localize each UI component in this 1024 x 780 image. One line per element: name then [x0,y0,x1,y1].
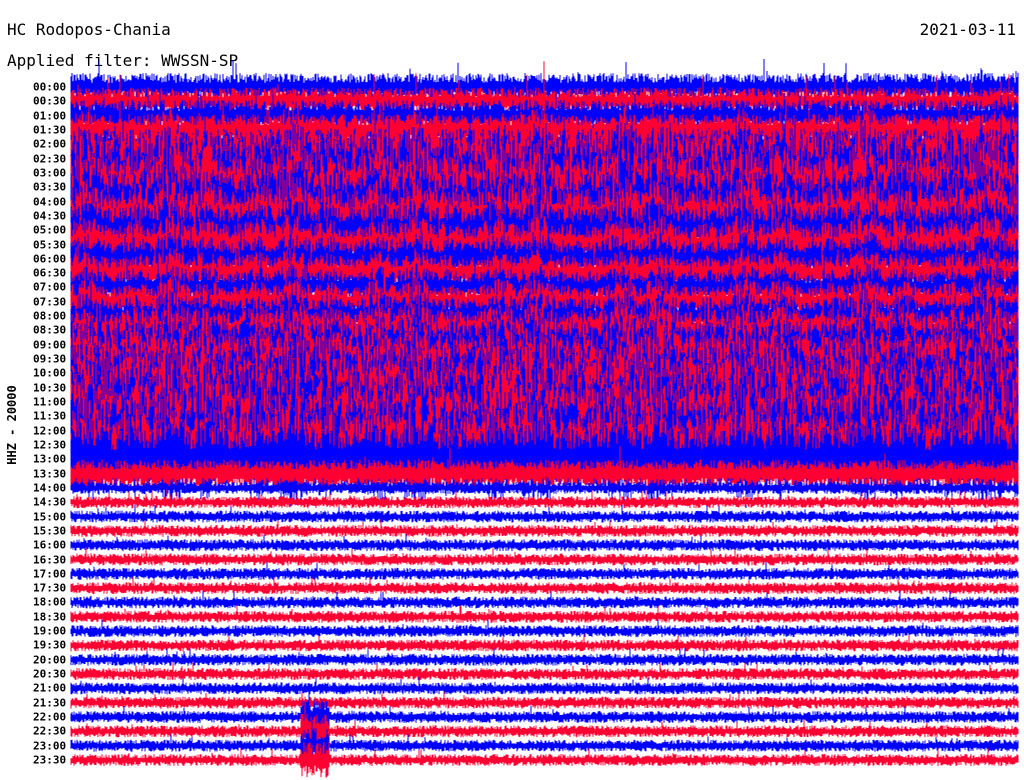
helicorder-plot [70,59,1019,778]
trace-2030 [70,662,1019,681]
trace-2130 [70,691,1019,709]
trace-1930 [70,634,1019,652]
trace-1630 [70,548,1019,566]
trace-1800 [70,590,1019,609]
trace-1500 [70,504,1019,523]
trace-1530 [70,519,1019,537]
trace-2100 [70,676,1019,695]
trace-1700 [70,562,1019,580]
trace-2000 [70,647,1019,666]
trace-1730 [70,576,1019,595]
trace-1600 [70,534,1019,552]
trace-1900 [70,619,1019,638]
